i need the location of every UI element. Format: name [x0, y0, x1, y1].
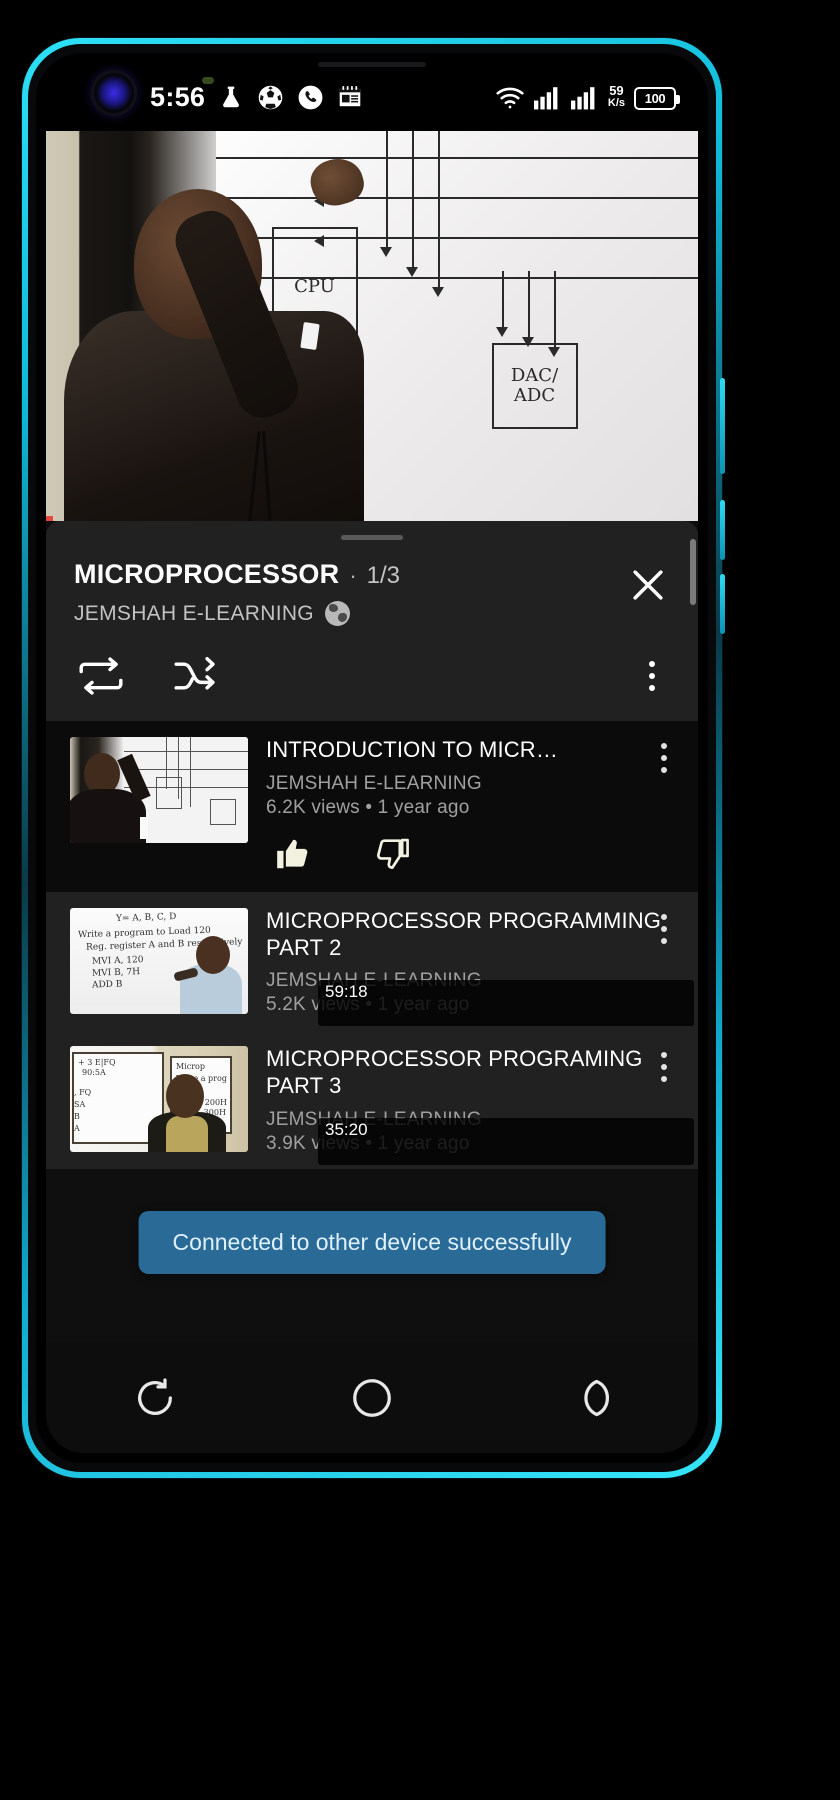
list-item[interactable]: + 3 E|FQ 90:5A , FQ SA B A Microp Write … [46, 1030, 698, 1170]
more-vertical-icon[interactable] [630, 653, 674, 699]
video-channel: JEMSHAH E-LEARNING [266, 772, 482, 794]
list-item[interactable]: Y= A, B, C, D Write a program to Load 12… [46, 891, 698, 1031]
battery-level-label: 100 [644, 91, 666, 106]
battery-icon: 100 [634, 87, 680, 110]
status-bar: 5:56 59 K/s 100 [46, 63, 698, 131]
video-info: INTRODUCTION TO MICR… JEMSHAH E-LEARNING… [266, 737, 680, 878]
video-title: MICROPROCESSOR PROGRAMMING PART 2 [266, 907, 662, 960]
video-stats: 6.2K views • 1 year ago [266, 796, 470, 818]
title-separator: · [349, 563, 357, 588]
presenter-hand [305, 152, 369, 212]
signal-sim2-icon [570, 86, 599, 110]
close-button[interactable] [626, 563, 670, 607]
more-vertical-icon[interactable] [644, 913, 684, 944]
globe-icon [324, 601, 350, 626]
soccer-ball-icon [257, 84, 284, 111]
rating-row [266, 835, 672, 878]
more-vertical-icon[interactable] [644, 743, 684, 773]
volume-up-button[interactable] [720, 378, 725, 474]
phone-device-frame: 5:56 59 K/s 100 CPU DAC/ ADC MICROPROCES… [22, 38, 725, 1478]
video-duration: 35:20 [318, 1118, 694, 1166]
phone-call-icon [297, 84, 324, 111]
calendar-icon [337, 84, 363, 110]
signal-sim1-icon [533, 86, 562, 110]
android-navigation-bar [46, 1343, 698, 1453]
now-playing-panel[interactable]: MICROPROCESSOR · 1/3 JEMSHAH E-LEARNING [46, 521, 698, 721]
more-vertical-icon[interactable] [644, 1052, 684, 1083]
power-button[interactable] [720, 574, 725, 634]
recents-icon[interactable] [110, 1363, 200, 1433]
flask-icon [218, 84, 244, 111]
home-icon[interactable] [327, 1363, 417, 1433]
status-bar-right: 59 K/s 100 [495, 84, 680, 110]
phone-inner-frame: 5:56 59 K/s 100 CPU DAC/ ADC MICROPROCES… [28, 44, 716, 1472]
list-item[interactable]: INTRODUCTION TO MICR… JEMSHAH E-LEARNING… [46, 721, 698, 892]
screenshot-root: 5:56 59 K/s 100 CPU DAC/ ADC MICROPROCES… [0, 0, 840, 1800]
earpiece-speaker [317, 61, 427, 68]
front-camera-icon [94, 73, 134, 113]
proximity-sensor [202, 77, 214, 84]
video-frame: CPU DAC/ADC [46, 131, 698, 521]
queue-position: 1/3 [366, 562, 401, 589]
thumbs-down-icon[interactable] [374, 835, 412, 878]
status-clock: 5:56 [150, 81, 206, 112]
network-speed-indicator: 59 K/s [608, 84, 625, 109]
phone-screen: 5:56 59 K/s 100 CPU DAC/ ADC MICROPROCES… [46, 63, 698, 1453]
now-playing-channel-row: JEMSHAH E-LEARNING [74, 601, 350, 626]
video-title: MICROPROCESSOR PROGRAMING PART 3 [266, 1046, 643, 1099]
playback-actions [74, 653, 674, 699]
network-speed-value: 59 [609, 83, 624, 98]
video-player[interactable]: CPU DAC/ADC [46, 131, 698, 521]
status-bar-left: 5:56 [150, 82, 495, 113]
wifi-icon [495, 86, 525, 110]
channel-name: JEMSHAH E-LEARNING [74, 601, 314, 625]
shuffle-icon[interactable] [172, 653, 234, 699]
back-icon[interactable] [544, 1363, 634, 1433]
network-speed-unit: K/s [607, 97, 625, 109]
video-thumbnail[interactable]: Y= A, B, C, D Write a program to Load 12… [70, 907, 248, 1014]
dac-adc-box-label: DAC/ADC [491, 343, 578, 429]
drag-handle[interactable] [341, 535, 403, 540]
video-thumbnail[interactable] [70, 737, 248, 843]
page-title: MICROPROCESSOR [74, 559, 340, 589]
now-playing-title-row: MICROPROCESSOR · 1/3 [74, 559, 602, 590]
recording-dot [46, 516, 53, 521]
loop-icon[interactable] [74, 653, 136, 699]
video-title: INTRODUCTION TO MICR… [266, 737, 558, 762]
volume-down-button[interactable] [720, 500, 725, 560]
toast-message: Connected to other device successfully [138, 1211, 606, 1274]
video-thumbnail[interactable]: + 3 E|FQ 90:5A , FQ SA B A Microp Write … [70, 1046, 248, 1153]
thumbs-up-icon[interactable] [274, 835, 312, 878]
scrollbar-thumb[interactable] [690, 539, 696, 605]
phone-bezel: 5:56 59 K/s 100 CPU DAC/ ADC MICROPROCES… [36, 53, 708, 1463]
presenter [56, 131, 386, 521]
video-duration: 59:18 [318, 979, 694, 1027]
